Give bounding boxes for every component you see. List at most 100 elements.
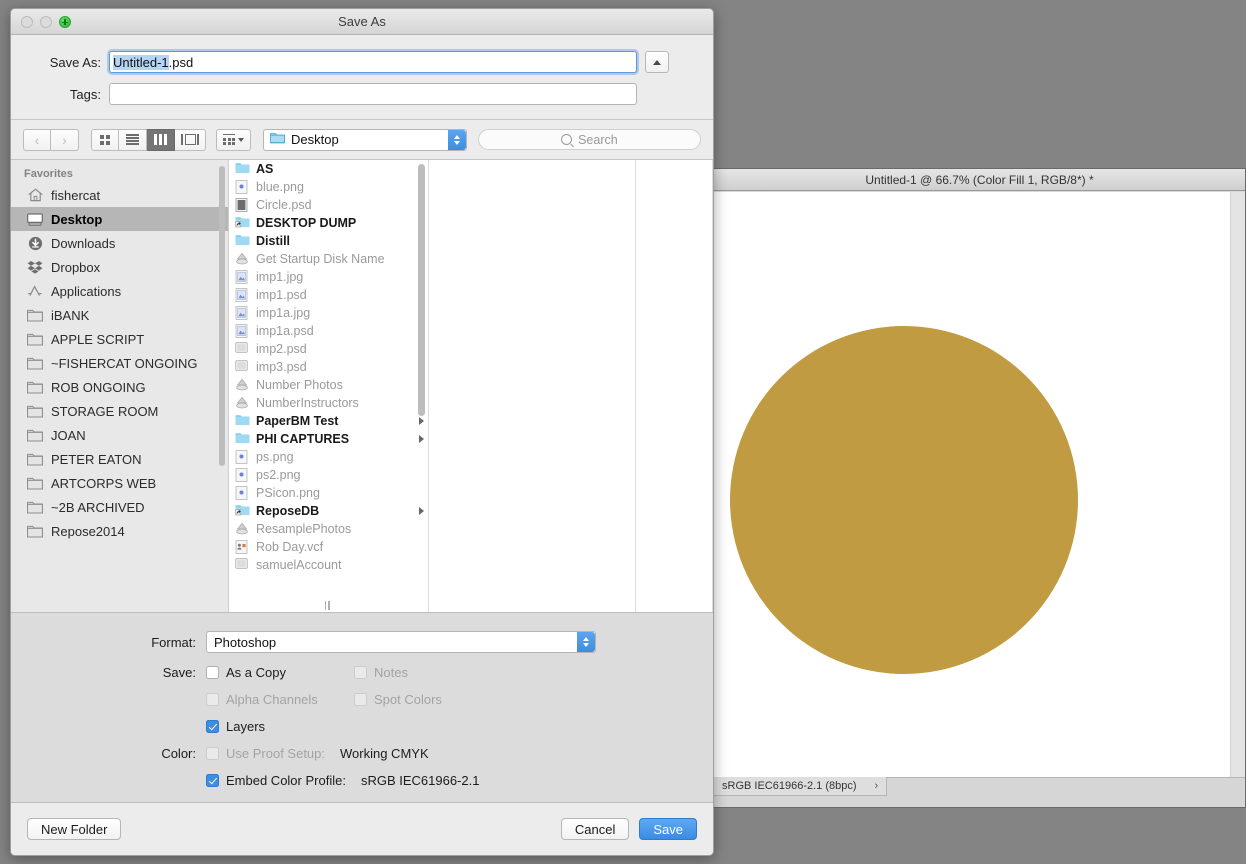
- file-list-item[interactable]: samuelAccount: [229, 556, 428, 574]
- sidebar-scrollbar[interactable]: [219, 166, 225, 466]
- save-options-row-1: Save: As a Copy Notes: [11, 665, 713, 680]
- file-column-2[interactable]: [429, 160, 636, 612]
- checkbox-layers[interactable]: Layers: [206, 719, 354, 734]
- column-resize-grip[interactable]: [324, 601, 333, 610]
- collapse-dialog-button[interactable]: [645, 51, 669, 73]
- location-popup-button[interactable]: Desktop: [263, 128, 467, 151]
- checkbox-label: Layers: [226, 719, 266, 734]
- file-list-item[interactable]: ReposeDB: [229, 502, 428, 520]
- sidebar-item-apple-script[interactable]: APPLE SCRIPT: [11, 327, 228, 351]
- sidebar-item-desktop[interactable]: Desktop: [11, 207, 228, 231]
- icon-view-button[interactable]: [91, 128, 119, 151]
- checkbox-embed-color-profile[interactable]: Embed Color Profile: sRGB IEC61966-2.1: [206, 773, 479, 788]
- dialog-titlebar: Save As: [11, 9, 713, 35]
- file-list-item[interactable]: Rob Day.vcf: [229, 538, 428, 556]
- arrange-by-button[interactable]: [216, 128, 251, 151]
- chevron-right-icon[interactable]: ›: [875, 780, 879, 792]
- sidebar-item-label: Dropbox: [51, 259, 101, 275]
- coverflow-view-button[interactable]: [175, 128, 206, 151]
- format-popup-button[interactable]: Photoshop: [206, 631, 596, 653]
- search-input[interactable]: Search: [477, 129, 701, 150]
- file-list-item[interactable]: ps2.png: [229, 466, 428, 484]
- file-name: Circle.psd: [256, 198, 312, 212]
- column-view-button[interactable]: [147, 128, 175, 151]
- close-button: [21, 16, 33, 28]
- sidebar-item-2b-archived[interactable]: ~2B ARCHIVED: [11, 495, 228, 519]
- sidebar-item-label: JOAN: [51, 427, 86, 443]
- color-options-row-2: Embed Color Profile: sRGB IEC61966-2.1: [11, 773, 713, 788]
- sidebar-item-applications[interactable]: Applications: [11, 279, 228, 303]
- save-checkbox-group-2: Alpha Channels Spot Colors: [206, 692, 502, 707]
- file-list-item[interactable]: imp1.psd: [229, 286, 428, 304]
- checkbox-box[interactable]: [206, 720, 219, 733]
- file-browser-toolbar: ‹ › Desktop Search: [11, 120, 713, 160]
- file-list-item[interactable]: imp2.psd: [229, 340, 428, 358]
- file-list-item[interactable]: DESKTOP DUMP: [229, 214, 428, 232]
- screen: Untitled-1 @ 66.7% (Color Fill 1, RGB/8*…: [0, 0, 1246, 864]
- file-list-item[interactable]: ResamplePhotos: [229, 520, 428, 538]
- favorites-sidebar[interactable]: Favorites fishercat Desktop Downloads Dropb…: [11, 160, 229, 612]
- dropbox-icon: [27, 259, 43, 275]
- photoshop-status-text: sRGB IEC61966-2.1 (8bpc): [722, 780, 857, 792]
- file-list-item[interactable]: PaperBM Test: [229, 412, 428, 430]
- cancel-button[interactable]: Cancel: [560, 818, 630, 840]
- save-button[interactable]: Save: [639, 818, 697, 840]
- minimize-button: [40, 16, 52, 28]
- file-name: blue.png: [256, 180, 304, 194]
- sidebar-item-storage-room[interactable]: STORAGE ROOM: [11, 399, 228, 423]
- file-list-item[interactable]: imp1.jpg: [229, 268, 428, 286]
- photoshop-doc-icon: [235, 197, 250, 213]
- file-list-item[interactable]: Get Startup Disk Name: [229, 250, 428, 268]
- file-list-item[interactable]: Distill: [229, 232, 428, 250]
- file-column-3[interactable]: [636, 160, 713, 612]
- file-list-item[interactable]: AS: [229, 160, 428, 178]
- image-png-icon: [235, 485, 250, 501]
- sidebar-item-joan[interactable]: JOAN: [11, 423, 228, 447]
- file-column-scrollbar[interactable]: [418, 164, 425, 416]
- file-list-item[interactable]: NumberInstructors: [229, 394, 428, 412]
- sidebar-item-ibank[interactable]: iBANK: [11, 303, 228, 327]
- save-as-input[interactable]: Untitled-1 .psd: [109, 51, 637, 73]
- tags-input[interactable]: [109, 83, 637, 105]
- sidebar-item-rob-ongoing[interactable]: ROB ONGOING: [11, 375, 228, 399]
- file-list-item[interactable]: imp1a.jpg: [229, 304, 428, 322]
- format-stepper-icon[interactable]: [577, 632, 595, 652]
- file-list-item[interactable]: blue.png: [229, 178, 428, 196]
- photoshop-vertical-scrollbar[interactable]: [1230, 192, 1245, 777]
- coverflow-icon: [181, 134, 199, 145]
- photoshop-document-window[interactable]: Untitled-1 @ 66.7% (Color Fill 1, RGB/8*…: [713, 168, 1246, 808]
- folder-icon: [27, 379, 43, 395]
- sidebar-item-label: Repose2014: [51, 523, 125, 539]
- save-as-dialog[interactable]: Save As Save As: Untitled-1 .psd Tags: ‹…: [10, 8, 714, 856]
- home-icon: [27, 187, 43, 203]
- checkbox-box[interactable]: [206, 774, 219, 787]
- sidebar-item-artcorps-web[interactable]: ARTCORPS WEB: [11, 471, 228, 495]
- sidebar-item-fishercat[interactable]: fishercat: [11, 183, 228, 207]
- photoshop-canvas[interactable]: [714, 192, 1230, 777]
- new-folder-button[interactable]: New Folder: [27, 818, 122, 840]
- file-list-item[interactable]: imp3.psd: [229, 358, 428, 376]
- zoom-button[interactable]: [59, 16, 71, 28]
- file-list-item[interactable]: PSicon.png: [229, 484, 428, 502]
- chevron-right-icon: [419, 435, 424, 443]
- location-stepper-icon[interactable]: [447, 129, 466, 150]
- checkbox-box[interactable]: [206, 666, 219, 679]
- sidebar-item-label: ARTCORPS WEB: [51, 475, 157, 491]
- sidebar-item-list: fishercat Desktop Downloads Dropbox Applicat…: [11, 183, 228, 543]
- file-list-item[interactable]: PHI CAPTURES: [229, 430, 428, 448]
- sidebar-item-fishercat-ongoing[interactable]: ~FISHERCAT ONGOING: [11, 351, 228, 375]
- sidebar-item-dropbox[interactable]: Dropbox: [11, 255, 228, 279]
- file-column-1[interactable]: AS blue.png Circle.psd DESKTOP DUMP Distill G…: [229, 160, 429, 612]
- list-view-button[interactable]: [119, 128, 147, 151]
- sidebar-item-label: Desktop: [51, 211, 103, 227]
- sidebar-item-downloads[interactable]: Downloads: [11, 231, 228, 255]
- file-list-item[interactable]: imp1a.psd: [229, 322, 428, 340]
- file-list-item[interactable]: Circle.psd: [229, 196, 428, 214]
- checkbox-as-a-copy[interactable]: As a Copy: [206, 665, 354, 680]
- photoshop-canvas-area[interactable]: [714, 192, 1245, 777]
- sidebar-item-repose2014[interactable]: Repose2014: [11, 519, 228, 543]
- photoshop-status-field[interactable]: sRGB IEC61966-2.1 (8bpc) ›: [714, 777, 888, 796]
- sidebar-item-peter-eaton[interactable]: PETER EATON: [11, 447, 228, 471]
- file-list-item[interactable]: Number Photos: [229, 376, 428, 394]
- file-list-item[interactable]: ps.png: [229, 448, 428, 466]
